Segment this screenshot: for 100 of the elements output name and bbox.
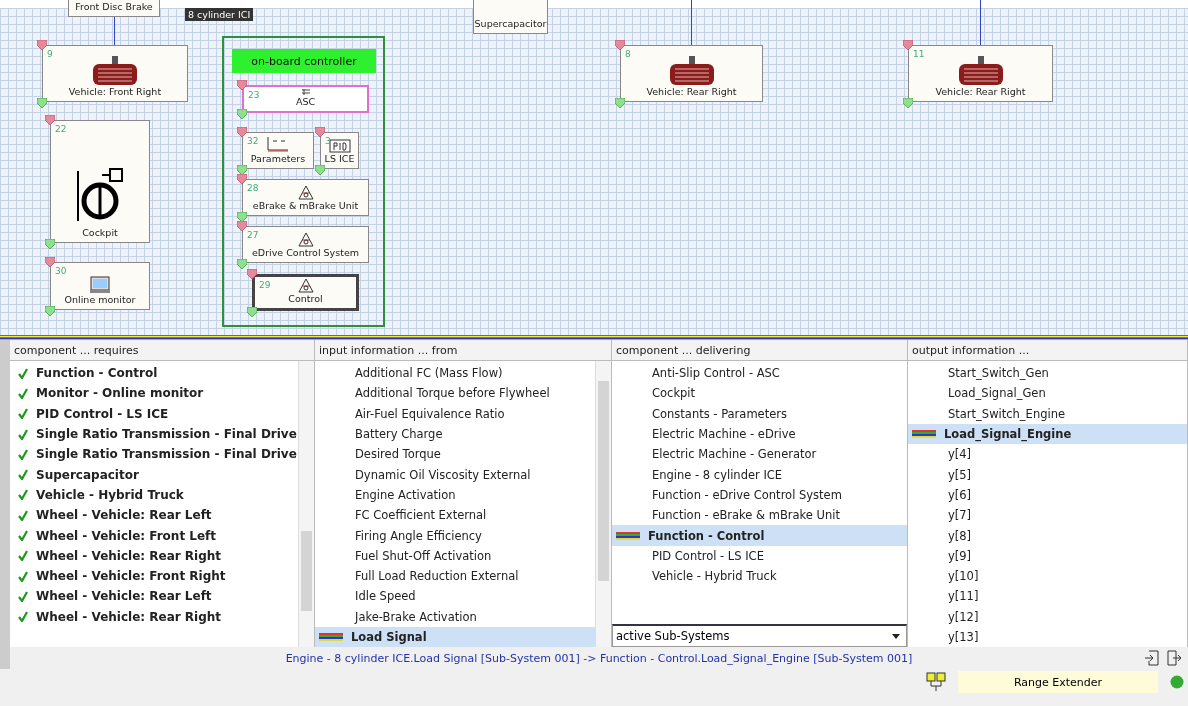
list-item[interactable]: y[6] (908, 484, 1187, 506)
list-item[interactable]: Function - Control (10, 363, 298, 384)
component-label: Online monitor (64, 294, 136, 305)
output-port-icon[interactable] (315, 165, 325, 175)
input-port-icon[interactable] (37, 40, 47, 50)
list-item[interactable]: Firing Angle Efficiency (315, 525, 595, 546)
list-item[interactable]: Vehicle - Hybrid Truck (10, 484, 298, 506)
scrollbar[interactable] (298, 361, 314, 647)
list-item[interactable]: FC Coefficient External (315, 505, 595, 526)
input-port-icon[interactable] (615, 40, 625, 50)
input-port-icon[interactable] (237, 221, 247, 231)
output-port-icon[interactable] (37, 98, 47, 108)
input-port-icon[interactable] (237, 80, 247, 90)
list-item[interactable]: Function - eDrive Control System (612, 484, 907, 506)
list-item[interactable]: Battery Charge (315, 423, 595, 445)
component-block[interactable]: 23 ASC (242, 85, 369, 113)
list-item[interactable]: Supercapacitor (10, 464, 298, 485)
list-item[interactable]: y[7] (908, 505, 1187, 526)
input-port-icon[interactable] (903, 40, 913, 50)
list-item[interactable]: Start_Switch_Gen (908, 363, 1187, 384)
list-item[interactable]: Constants - Parameters (612, 403, 907, 424)
component-number: 22 (55, 124, 67, 134)
component-block[interactable]: Supercapacitor (473, 0, 548, 34)
list-item[interactable]: Desired Torque (315, 444, 595, 465)
list-item[interactable]: y[10] (908, 565, 1187, 587)
block-icon[interactable] (926, 672, 946, 692)
list-item[interactable]: Fuel Shut-Off Activation (315, 545, 595, 566)
component-block[interactable]: 30 Online monitor (50, 262, 150, 310)
component-number: 9 (47, 49, 53, 59)
list-item[interactable]: PID Control - LS ICE (10, 403, 298, 424)
component-group[interactable]: on-board controller 23 ASC 32 Parameters 3 LS ICE 28 eBrake & mBrake Unit 27 eDrive Control System 29 Control (222, 36, 385, 327)
list-item[interactable]: Anti-Slip Control - ASC (612, 363, 907, 384)
list-item[interactable]: Wheel - Vehicle: Rear Left (10, 505, 298, 526)
list-item[interactable]: y[13] (908, 626, 1187, 647)
list-item[interactable]: Cockpit (612, 383, 907, 404)
list-item[interactable]: Wheel - Vehicle: Rear Left (10, 586, 298, 607)
list-item[interactable]: Wheel - Vehicle: Rear Right (10, 606, 298, 627)
input-port-icon[interactable] (45, 115, 55, 125)
list-item[interactable]: y[4] (908, 444, 1187, 465)
output-port-icon[interactable] (237, 212, 247, 222)
list-item[interactable]: Engine Activation (315, 484, 595, 506)
list-item[interactable]: y[8] (908, 525, 1187, 546)
component-block[interactable]: 27 eDrive Control System (242, 226, 369, 263)
export-icon[interactable] (1166, 650, 1182, 666)
list-item[interactable]: Load Signal (315, 626, 595, 647)
list-item[interactable]: Start_Switch_Engine (908, 403, 1187, 424)
component-block[interactable]: 29 Control (252, 274, 359, 311)
component-block[interactable]: 3 LS ICE (320, 132, 359, 169)
list-item[interactable]: Load_Signal_Gen (908, 383, 1187, 404)
list-item[interactable]: y[11] (908, 586, 1187, 607)
list-item[interactable]: Additional FC (Mass Flow) (315, 363, 595, 384)
list-item[interactable]: Air-Fuel Equivalence Ratio (315, 403, 595, 424)
input-port-icon[interactable] (237, 127, 247, 137)
output-port-icon[interactable] (237, 165, 247, 175)
list-item[interactable]: Idle Speed (315, 586, 595, 607)
list-item[interactable]: Wheel - Vehicle: Front Right (10, 565, 298, 587)
output-port-icon[interactable] (237, 109, 247, 119)
component-block[interactable]: Front Disc Brake (68, 0, 160, 17)
list-item[interactable]: Wheel - Vehicle: Rear Right (10, 545, 298, 566)
component-block[interactable]: 9 Vehicle: Front Right (42, 45, 188, 102)
component-label: ASC (295, 96, 316, 107)
list-item[interactable]: y[12] (908, 606, 1187, 627)
output-port-icon[interactable] (45, 239, 55, 249)
caret-icon (892, 633, 900, 639)
list-item[interactable]: y[9] (908, 545, 1187, 566)
output-port-icon[interactable] (247, 307, 257, 317)
component-tag[interactable]: 8 cylinder ICI (185, 8, 254, 21)
input-port-icon[interactable] (45, 257, 55, 267)
component-block[interactable]: 28 eBrake & mBrake Unit (242, 179, 369, 216)
subsystem-dropdown[interactable]: active Sub-Systems (612, 624, 907, 647)
output-port-icon[interactable] (615, 98, 625, 108)
component-block[interactable]: 11 Vehicle: Rear Right (908, 45, 1053, 102)
list-item[interactable]: y[5] (908, 464, 1187, 485)
list-item[interactable]: Electric Machine - Generator (612, 444, 907, 465)
output-port-icon[interactable] (903, 98, 913, 108)
list-item[interactable]: Engine - 8 cylinder ICE (612, 464, 907, 485)
list-item[interactable]: Single Ratio Transmission - Final Drive (10, 444, 298, 465)
input-port-icon[interactable] (315, 127, 325, 137)
import-icon[interactable] (1144, 650, 1160, 666)
list-item[interactable]: Function - eBrake & mBrake Unit (612, 505, 907, 526)
component-block[interactable]: 32 Parameters (242, 132, 314, 169)
list-item[interactable]: Load_Signal_Engine (908, 423, 1187, 445)
list-item[interactable]: Function - Control (612, 525, 907, 546)
list-item[interactable]: Dynamic Oil Viscosity External (315, 464, 595, 485)
component-block[interactable]: 8 Vehicle: Rear Right (620, 45, 763, 102)
component-block[interactable]: 22 Cockpit (50, 120, 150, 243)
list-item[interactable]: Vehicle - Hybrid Truck (612, 565, 907, 587)
list-item[interactable]: Jake-Brake Activation (315, 606, 595, 627)
list-item[interactable]: Monitor - Online monitor (10, 383, 298, 404)
output-port-icon[interactable] (45, 306, 55, 316)
list-item[interactable]: Full Load Reduction External (315, 565, 595, 587)
list-item[interactable]: Single Ratio Transmission - Final Drive (10, 423, 298, 445)
list-item[interactable]: Wheel - Vehicle: Front Left (10, 525, 298, 546)
list-item[interactable]: Electric Machine - eDrive (612, 423, 907, 445)
input-port-icon[interactable] (247, 269, 257, 279)
scrollbar[interactable] (595, 361, 611, 647)
input-port-icon[interactable] (237, 174, 247, 184)
list-item[interactable]: Additional Torque before Flywheel (315, 383, 595, 404)
list-item[interactable]: PID Control - LS ICE (612, 545, 907, 566)
component-label: eDrive Control System (252, 247, 359, 258)
